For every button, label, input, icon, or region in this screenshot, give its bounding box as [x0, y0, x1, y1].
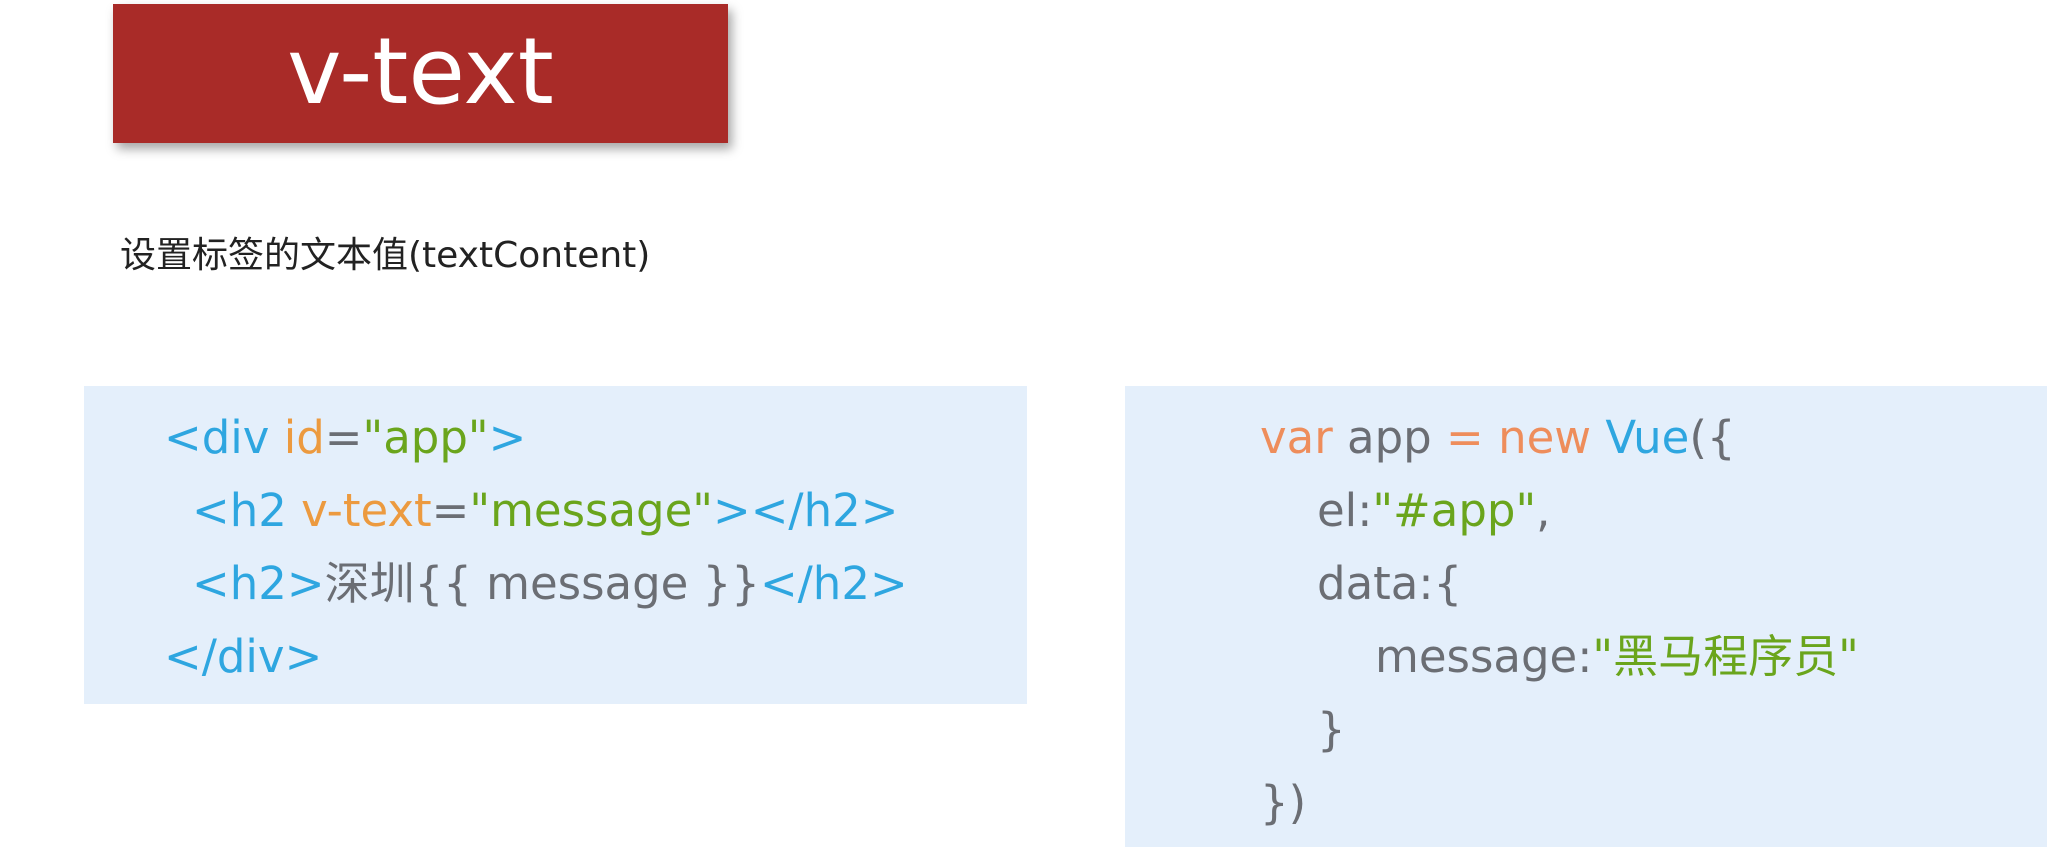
html-code-line-2: <h2 v-text="message"></h2>: [192, 488, 898, 533]
js-code-line-4: message:"黑马程序员": [1375, 634, 1859, 679]
code-token: </div>: [164, 630, 323, 683]
code-token: el:: [1317, 484, 1373, 537]
code-token: "黑马程序员": [1592, 630, 1859, 683]
html-code-line-4: </div>: [164, 634, 322, 679]
code-token: Vue: [1605, 411, 1690, 464]
html-code-panel: <div id="app"> <h2 v-text="message"></h2…: [84, 386, 1027, 704]
code-token: >: [488, 411, 527, 464]
js-code-panel: var app = new Vue({ el:"#app", data:{ me…: [1125, 386, 2047, 847]
code-token: v-text: [301, 484, 432, 537]
code-token: var: [1260, 411, 1333, 464]
code-token: =: [1446, 411, 1484, 464]
html-code-line-3: <h2>深圳{{ message }}</h2>: [192, 561, 908, 606]
code-token: "#app": [1372, 484, 1537, 537]
code-token: <div: [164, 411, 284, 464]
js-code-line-3: data:{: [1317, 561, 1462, 606]
code-token: <h2: [192, 484, 302, 537]
code-token: <h2>: [192, 557, 325, 610]
code-token: "message": [469, 484, 714, 537]
code-token: }: [1317, 703, 1346, 756]
code-token: new: [1483, 411, 1606, 464]
code-token: message:: [1375, 630, 1593, 683]
code-token: </h2>: [759, 557, 908, 610]
code-token: ></h2>: [713, 484, 899, 537]
slide-subtitle: 设置标签的文本值(textContent): [120, 235, 651, 276]
code-token: "app": [362, 411, 489, 464]
code-token: 深圳{{ message }}: [324, 557, 760, 610]
html-code-line-1: <div id="app">: [164, 415, 526, 460]
title-banner: v-text: [113, 4, 728, 143]
code-token: ({: [1689, 411, 1736, 464]
code-token: app: [1332, 411, 1447, 464]
code-token: =: [324, 411, 363, 464]
code-token: id: [283, 411, 325, 464]
js-code-line-6: }): [1260, 780, 1306, 825]
code-token: }): [1260, 776, 1307, 829]
code-token: =: [431, 484, 470, 537]
slide-title: v-text: [287, 17, 554, 125]
js-code-line-1: var app = new Vue({: [1260, 415, 1736, 460]
code-token: data:{: [1317, 557, 1463, 610]
js-code-line-2: el:"#app",: [1317, 488, 1550, 533]
js-code-line-5: }: [1317, 707, 1346, 752]
code-token: ,: [1536, 484, 1551, 537]
